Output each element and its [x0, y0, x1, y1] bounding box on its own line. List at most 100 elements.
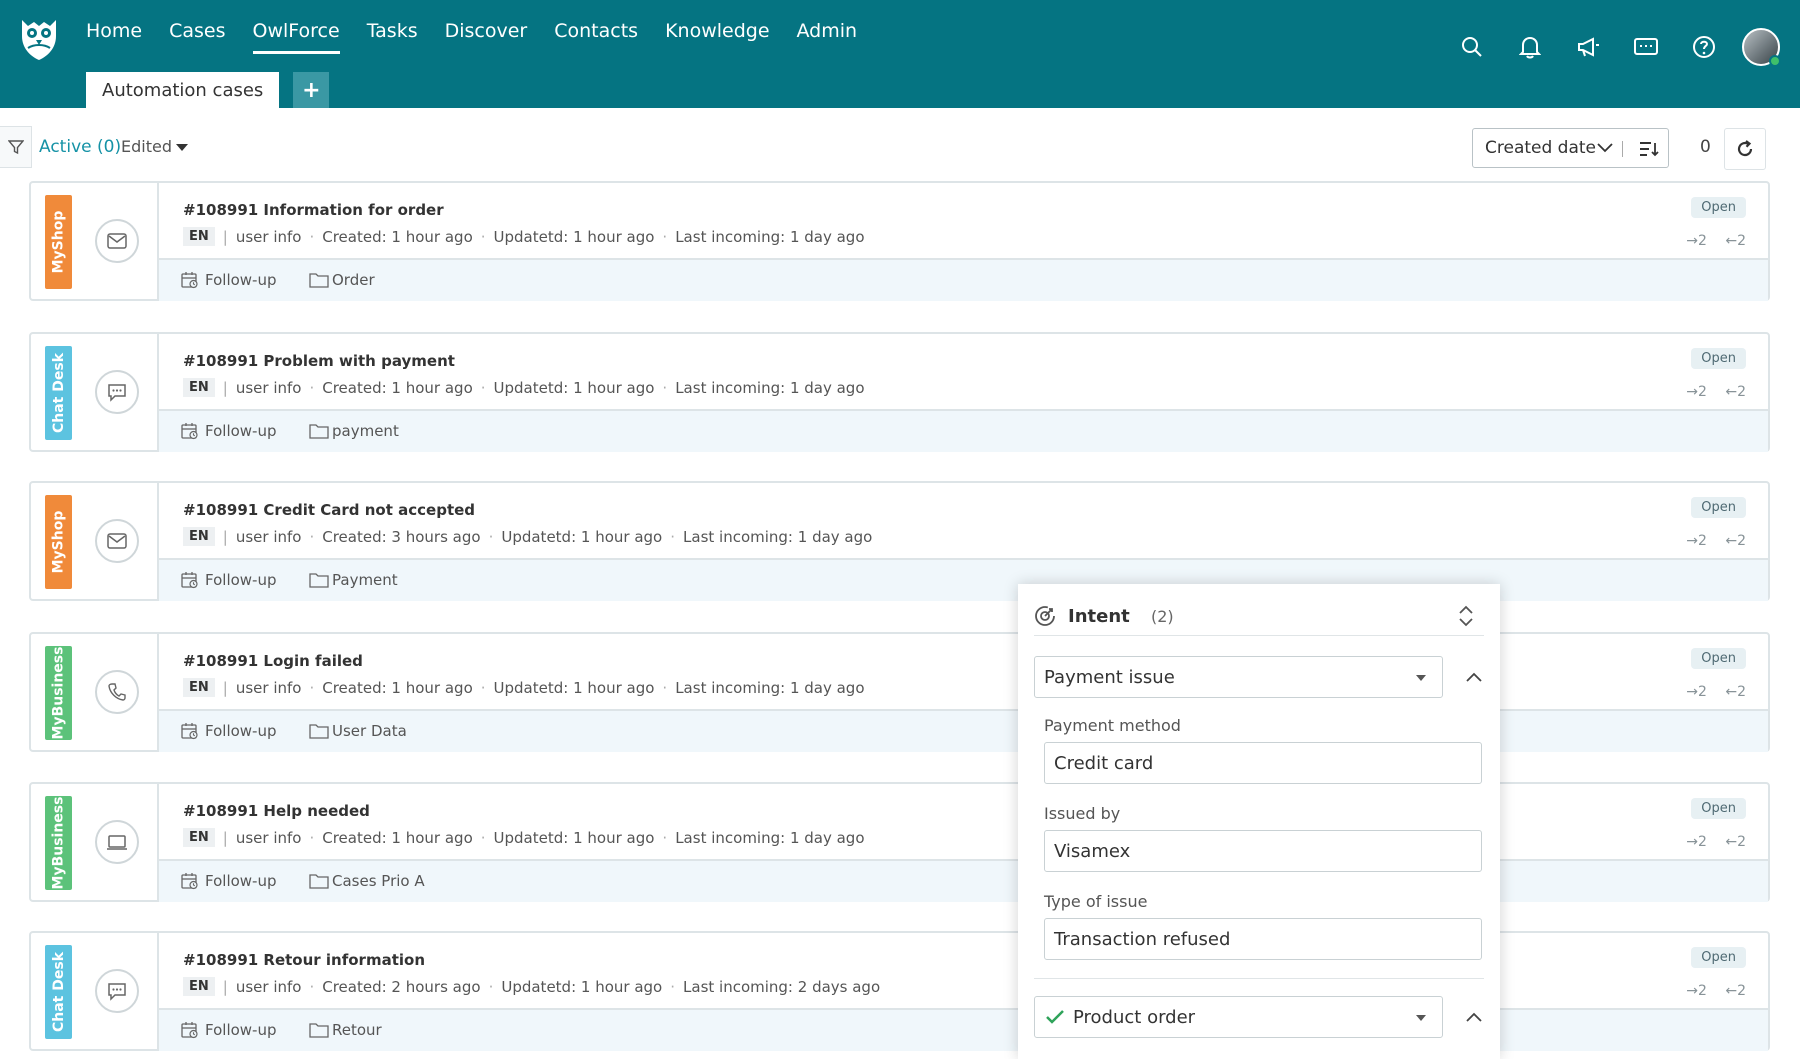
updated-time: Updatetd: 1 hour ago [493, 378, 655, 397]
refresh-button[interactable] [1724, 128, 1766, 170]
message-icon[interactable] [1628, 29, 1664, 65]
filter-dropdown-icon[interactable] [176, 144, 188, 151]
case-card[interactable]: MyShop #108991 Information for order EN … [29, 181, 1770, 301]
chevron-up-icon[interactable] [1462, 665, 1486, 689]
meta-separator: · [480, 227, 486, 246]
case-folder[interactable]: User Data [309, 722, 407, 740]
issued-by-field[interactable]: Visamex [1044, 830, 1482, 872]
outgoing-count: →2 [1686, 983, 1707, 999]
case-channel-area: Chat Desk [31, 334, 159, 450]
follow-up[interactable]: Follow-up [181, 422, 277, 440]
case-card[interactable]: MyBusiness #108991 Login failed EN | use… [29, 632, 1770, 752]
created-time: Created: 1 hour ago [322, 227, 473, 246]
language-badge: EN [183, 227, 215, 246]
intent-select-value: Product order [1073, 1006, 1196, 1028]
type-of-issue-field[interactable]: Transaction refused [1044, 918, 1482, 960]
channel-name: MyBusiness [50, 646, 67, 740]
follow-up-label: Follow-up [205, 1021, 277, 1039]
follow-up[interactable]: Follow-up [181, 1021, 277, 1039]
meta-separator: · [309, 828, 315, 847]
payment-method-field[interactable]: Credit card [1044, 742, 1482, 784]
case-card[interactable]: Chat Desk #108991 Retour information EN … [29, 931, 1770, 1051]
add-tab-button[interactable]: + [293, 72, 330, 108]
folder-icon [309, 1023, 329, 1038]
sort-order-icon[interactable] [1639, 140, 1659, 158]
filter-icon[interactable] [0, 126, 32, 168]
channel-tag: Chat Desk [45, 945, 72, 1039]
channel-tag: MyShop [45, 495, 72, 589]
user-info[interactable]: user info [236, 978, 302, 996]
case-card[interactable]: Chat Desk #108991 Problem with payment E… [29, 332, 1770, 452]
chevron-up-icon[interactable] [1462, 1005, 1486, 1029]
case-title[interactable]: #108991 Credit Card not accepted [183, 501, 475, 519]
case-folder[interactable]: Retour [309, 1021, 382, 1039]
case-card[interactable]: MyShop #108991 Credit Card not accepted … [29, 481, 1770, 601]
owl-logo-icon[interactable] [18, 14, 60, 62]
expand-collapse-icon[interactable] [1458, 604, 1474, 628]
follow-up[interactable]: Follow-up [181, 722, 277, 740]
nav-discover[interactable]: Discover [445, 20, 528, 54]
case-folder[interactable]: Cases Prio A [309, 872, 425, 890]
outgoing-count: →2 [1686, 834, 1707, 850]
case-footer: Follow-up Cases Prio A [159, 859, 1768, 902]
filter-edited-label[interactable]: Edited [121, 137, 172, 156]
user-info[interactable]: user info [236, 829, 302, 847]
nav-cases[interactable]: Cases [169, 20, 225, 54]
channel-name: MyBusiness [50, 796, 67, 890]
intent-select-payment[interactable]: Payment issue [1034, 656, 1443, 698]
sort-label: Created date [1485, 138, 1597, 158]
search-icon[interactable] [1454, 29, 1490, 65]
user-avatar[interactable] [1742, 28, 1781, 67]
status-badge: Open [1691, 947, 1746, 968]
case-card[interactable]: MyBusiness #108991 Help needed EN | user… [29, 782, 1770, 902]
follow-up[interactable]: Follow-up [181, 872, 277, 890]
case-title[interactable]: #108991 Information for order [183, 201, 444, 219]
top-icons [1432, 28, 1781, 67]
case-title[interactable]: #108991 Help needed [183, 802, 370, 820]
updated-time: Updatetd: 1 hour ago [493, 678, 655, 697]
status-badge: Open [1691, 648, 1746, 669]
case-title[interactable]: #108991 Retour information [183, 951, 425, 969]
tab-automation-cases[interactable]: Automation cases [86, 72, 280, 108]
intent-select-product-order[interactable]: Product order [1034, 996, 1443, 1038]
meta-separator: · [662, 378, 668, 397]
user-info[interactable]: user info [236, 528, 302, 546]
help-icon[interactable] [1686, 29, 1722, 65]
user-info[interactable]: user info [236, 228, 302, 246]
case-folder[interactable]: payment [309, 422, 399, 440]
meta-separator: | [222, 828, 228, 847]
case-title[interactable]: #108991 Problem with payment [183, 352, 455, 370]
intent-count: (2) [1151, 607, 1174, 626]
nav-tasks[interactable]: Tasks [367, 20, 418, 54]
case-footer: Follow-up Order [159, 258, 1768, 301]
case-meta: EN | user info · Created: 1 hour ago · U… [183, 828, 865, 847]
follow-up[interactable]: Follow-up [181, 271, 277, 289]
incoming-count: ←2 [1725, 233, 1746, 249]
channel-name: Chat Desk [50, 951, 67, 1033]
case-title[interactable]: #108991 Login failed [183, 652, 363, 670]
sort-select[interactable]: Created date [1472, 128, 1669, 168]
follow-up[interactable]: Follow-up [181, 571, 277, 589]
case-folder[interactable]: Order [309, 271, 375, 289]
filter-row: Active (0) Edited Created date 0 [0, 126, 1800, 170]
message-counts: →2 ←2 [1672, 233, 1746, 249]
user-info[interactable]: user info [236, 379, 302, 397]
main-nav: Home Cases OwlForce Tasks Discover Conta… [86, 20, 884, 54]
user-info[interactable]: user info [236, 679, 302, 697]
channel-tag: MyShop [45, 195, 72, 289]
nav-admin[interactable]: Admin [797, 20, 858, 54]
message-counts: →2 ←2 [1672, 983, 1746, 999]
filter-active-label[interactable]: Active (0) [39, 137, 121, 157]
created-time: Created: 2 hours ago [322, 977, 481, 996]
case-footer: Follow-up User Data [159, 709, 1768, 752]
nav-home[interactable]: Home [86, 20, 142, 54]
case-meta: EN | user info · Created: 2 hours ago · … [183, 977, 880, 996]
bell-icon[interactable] [1512, 29, 1548, 65]
folder-name: User Data [332, 722, 407, 740]
case-folder[interactable]: Payment [309, 571, 398, 589]
mail-icon [95, 219, 139, 263]
megaphone-icon[interactable] [1570, 29, 1606, 65]
nav-owlforce[interactable]: OwlForce [252, 20, 340, 54]
nav-contacts[interactable]: Contacts [554, 20, 638, 54]
nav-knowledge[interactable]: Knowledge [665, 20, 769, 54]
